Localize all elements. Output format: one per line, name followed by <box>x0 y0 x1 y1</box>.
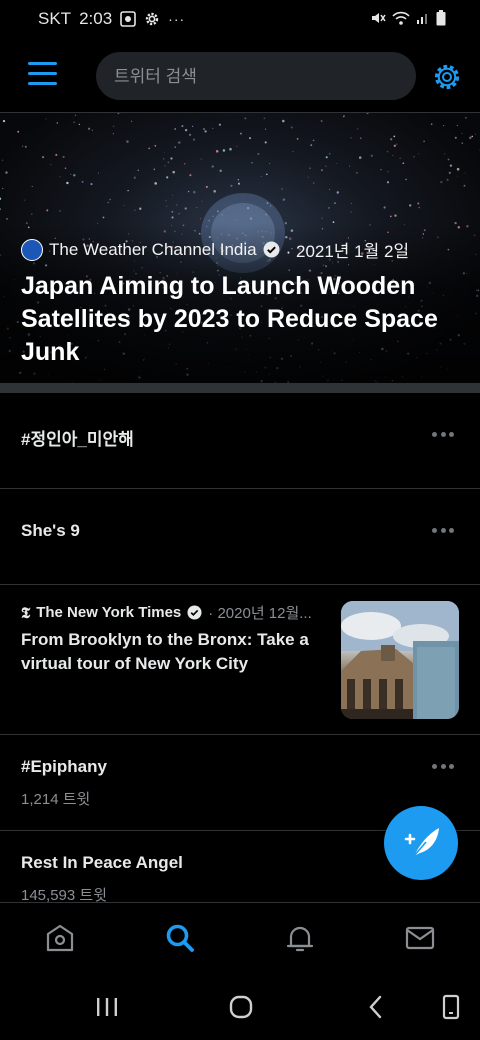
notifications-icon[interactable] <box>283 921 317 955</box>
nyt-logo-icon: 𝕿 <box>21 603 31 622</box>
more-options-icon[interactable] <box>432 526 454 534</box>
settings-notification-icon <box>145 12 159 26</box>
search-icon[interactable] <box>163 921 197 955</box>
compose-feather-icon <box>404 828 439 857</box>
recents-icon[interactable] <box>92 992 122 1022</box>
gallery-notification-icon <box>120 11 136 27</box>
more-options-icon[interactable] <box>432 430 454 438</box>
hero-source: The Weather Channel India <box>49 239 257 259</box>
news-source: The New York Times <box>36 604 182 621</box>
trend-tweet-count: 1,214 트윗 <box>21 791 91 808</box>
signal-icon <box>417 14 427 24</box>
bottom-tab-bar <box>0 902 480 975</box>
verified-icon <box>187 605 202 620</box>
hero-text: The Weather Channel India · 2021년 1월 2일 … <box>21 237 461 369</box>
trend-title: Rest In Peace Angel <box>21 853 183 872</box>
verified-icon <box>263 241 280 258</box>
source-logo <box>21 238 43 261</box>
back-icon[interactable] <box>361 992 391 1022</box>
system-navigation-bar <box>0 974 480 1040</box>
wifi-icon <box>392 11 410 25</box>
battery-icon <box>436 10 446 26</box>
section-divider <box>0 383 480 393</box>
menu-icon[interactable] <box>28 60 58 88</box>
trend-item[interactable]: #정인아_미안해 <box>0 393 480 489</box>
news-headline: From Brooklyn to the Bronx: Take a virtu… <box>21 630 309 673</box>
trend-title: #Epiphany <box>21 757 107 776</box>
status-right <box>370 10 446 26</box>
news-source-row: 𝕿 The New York Times · 2020년 12월... <box>21 602 321 623</box>
screenshot-icon[interactable] <box>436 992 466 1022</box>
search-input[interactable] <box>112 52 406 102</box>
status-bar: SKT 2:03 ··· <box>0 0 480 38</box>
mute-icon <box>372 13 386 23</box>
news-date: · 2020년 12월... <box>208 605 312 622</box>
hero-headline: Japan Aiming to Launch Wooden Satellites… <box>21 272 438 366</box>
hero-source-row: The Weather Channel India · 2021년 1월 2일 <box>21 237 461 262</box>
compose-tweet-button[interactable] <box>384 806 458 880</box>
trend-title: #정인아_미안해 <box>21 430 134 449</box>
trend-title: She's 9 <box>21 521 80 540</box>
top-bar <box>0 38 480 113</box>
messages-icon[interactable] <box>403 921 437 955</box>
gear-icon[interactable] <box>432 62 462 92</box>
home-circle-icon[interactable] <box>226 992 256 1022</box>
more-options-icon[interactable] <box>432 762 454 770</box>
trend-item[interactable]: She's 9 <box>0 489 480 585</box>
news-thumbnail <box>341 601 459 719</box>
more-notifications-icon: ··· <box>168 11 186 27</box>
grand-central-image <box>341 601 459 719</box>
hero-date: · 2021년 1월 2일 <box>285 242 410 261</box>
search-bar[interactable] <box>96 52 416 102</box>
status-left: SKT 2:03 ··· <box>38 9 185 29</box>
carrier-label: SKT <box>38 9 72 28</box>
home-icon[interactable] <box>43 921 77 955</box>
news-item[interactable]: 𝕿 The New York Times · 2020년 12월... From… <box>0 585 480 735</box>
time-label: 2:03 <box>79 9 113 28</box>
hero-news-card[interactable]: The Weather Channel India · 2021년 1월 2일 … <box>0 113 480 383</box>
